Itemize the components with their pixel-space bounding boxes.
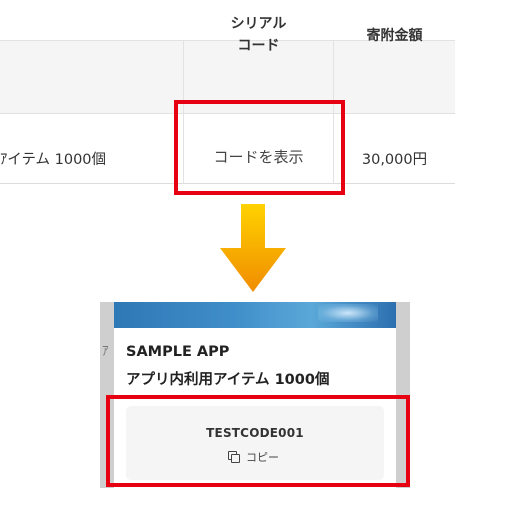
highlight-frame-show-code	[174, 100, 345, 195]
item-name: アプリ内利用アイテム 1000個	[126, 372, 330, 388]
arrow-down-icon	[220, 204, 286, 292]
serial-code-header: シリアル コード	[230, 16, 287, 54]
app-banner-image	[114, 302, 396, 328]
amount-cell: 30,000円	[361, 152, 428, 168]
item-name-cell: ｱイテム 1000個	[0, 152, 107, 168]
app-name: SAMPLE APP	[126, 344, 230, 360]
donation-amount-header: 寄附金額	[366, 28, 423, 44]
highlight-frame-code	[106, 395, 410, 487]
background-text: ｱ	[102, 344, 109, 359]
